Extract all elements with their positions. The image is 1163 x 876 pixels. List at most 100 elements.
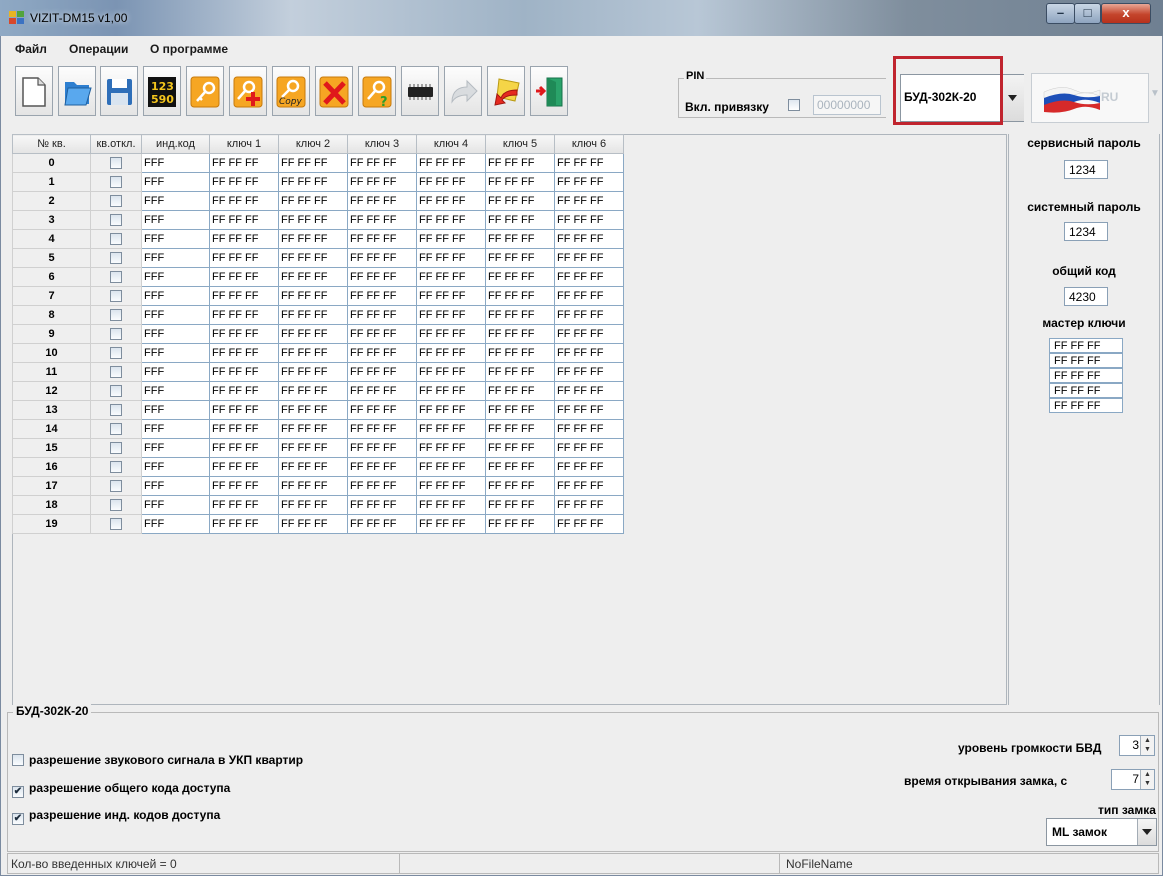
key-cell[interactable]: FF FF FF <box>347 419 417 439</box>
menu-operations[interactable]: Операции <box>69 42 128 56</box>
key-cell[interactable]: FF FF FF <box>485 286 555 306</box>
individual-code-cell[interactable]: FFF <box>141 172 210 192</box>
key-cell[interactable]: FF FF FF <box>416 400 486 420</box>
column-header[interactable]: № кв. <box>12 134 91 154</box>
key-cell[interactable]: FF FF FF <box>485 210 555 230</box>
key-cell[interactable]: FF FF FF <box>554 514 624 534</box>
individual-code-cell[interactable]: FFF <box>141 229 210 249</box>
key-cell[interactable]: FF FF FF <box>554 229 624 249</box>
key-cell[interactable]: FF FF FF <box>416 343 486 363</box>
key-cell[interactable]: FF FF FF <box>416 495 486 515</box>
lock-type-select[interactable]: ML замок <box>1046 818 1157 846</box>
key-cell[interactable]: FF FF FF <box>278 286 348 306</box>
key-cell[interactable]: FF FF FF <box>347 457 417 477</box>
language-dropdown-icon[interactable]: ▼ <box>1150 88 1160 99</box>
common-code-input[interactable]: 4230 <box>1064 287 1108 306</box>
key-cell[interactable]: FF FF FF <box>416 210 486 230</box>
exit-button[interactable] <box>530 66 568 116</box>
key-cell[interactable]: FF FF FF <box>347 514 417 534</box>
individual-code-cell[interactable]: FFF <box>141 381 210 401</box>
individual-code-cell[interactable]: FFF <box>141 153 210 173</box>
individual-code-cell[interactable]: FFF <box>141 495 210 515</box>
apartment-disabled-checkbox[interactable] <box>110 518 122 531</box>
key-cell[interactable]: FF FF FF <box>209 191 279 211</box>
key-cell[interactable]: FF FF FF <box>416 362 486 382</box>
individual-code-cell[interactable]: FFF <box>141 324 210 344</box>
apartment-disabled-checkbox[interactable] <box>110 499 122 512</box>
key-cell[interactable]: FF FF FF <box>278 305 348 325</box>
column-header[interactable]: ключ 3 <box>347 134 417 154</box>
maximize-button[interactable]: □ <box>1074 3 1101 24</box>
key-cell[interactable]: FF FF FF <box>347 229 417 249</box>
individual-code-cell[interactable]: FFF <box>141 457 210 477</box>
key-cell[interactable]: FF FF FF <box>554 457 624 477</box>
key-cell[interactable]: FF FF FF <box>554 343 624 363</box>
key-cell[interactable]: FF FF FF <box>278 495 348 515</box>
key-cell[interactable]: FF FF FF <box>278 362 348 382</box>
key-cell[interactable]: FF FF FF <box>554 476 624 496</box>
close-button[interactable]: x <box>1101 3 1151 24</box>
master-key-2[interactable]: FF FF FF <box>1049 353 1123 368</box>
key-cell[interactable]: FF FF FF <box>278 324 348 344</box>
key-cell[interactable]: FF FF FF <box>416 248 486 268</box>
lock-time-spinner[interactable]: 7 ▲ ▼ <box>1111 769 1155 790</box>
key-cell[interactable]: FF FF FF <box>209 305 279 325</box>
key-cell[interactable]: FF FF FF <box>209 229 279 249</box>
key-cell[interactable]: FF FF FF <box>347 267 417 287</box>
key-cell[interactable]: FF FF FF <box>554 191 624 211</box>
column-header[interactable]: кв.откл. <box>90 134 142 154</box>
device-model-dropdown-button[interactable] <box>1000 75 1024 121</box>
copy-key-button[interactable]: Copy <box>272 66 310 116</box>
key-cell[interactable]: FF FF FF <box>347 172 417 192</box>
individual-code-cell[interactable]: FFF <box>141 286 210 306</box>
key-cell[interactable]: FF FF FF <box>347 400 417 420</box>
apartment-disabled-checkbox[interactable] <box>110 195 122 208</box>
key-cell[interactable]: FF FF FF <box>554 495 624 515</box>
key-cell[interactable]: FF FF FF <box>416 457 486 477</box>
key-cell[interactable]: FF FF FF <box>485 381 555 401</box>
individual-code-cell[interactable]: FFF <box>141 438 210 458</box>
key-cell[interactable]: FF FF FF <box>554 172 624 192</box>
key-cell[interactable]: FF FF FF <box>347 305 417 325</box>
apartment-disabled-checkbox[interactable] <box>110 404 122 417</box>
system-password-input[interactable]: 1234 <box>1064 222 1108 241</box>
individual-code-cell[interactable]: FFF <box>141 514 210 534</box>
delete-key-button[interactable] <box>315 66 353 116</box>
lock-time-spinner-buttons[interactable]: ▲ ▼ <box>1140 770 1154 789</box>
key-cell[interactable]: FF FF FF <box>485 305 555 325</box>
key-cell[interactable]: FF FF FF <box>347 191 417 211</box>
master-key-1[interactable]: FF FF FF <box>1049 338 1123 353</box>
individual-code-cell[interactable]: FFF <box>141 476 210 496</box>
key-cell[interactable]: FF FF FF <box>485 514 555 534</box>
key-cell[interactable]: FF FF FF <box>416 267 486 287</box>
menu-file[interactable]: Файл <box>15 42 47 56</box>
key-cell[interactable]: FF FF FF <box>278 172 348 192</box>
volume-spinner[interactable]: 3 ▲ ▼ <box>1119 735 1155 756</box>
individual-codes-checkbox[interactable] <box>12 813 24 825</box>
key-cell[interactable]: FF FF FF <box>209 343 279 363</box>
key-cell[interactable]: FF FF FF <box>209 267 279 287</box>
key-cell[interactable]: FF FF FF <box>554 381 624 401</box>
key-cell[interactable]: FF FF FF <box>209 495 279 515</box>
apartment-disabled-checkbox[interactable] <box>110 271 122 284</box>
individual-codes-option[interactable]: разрешение инд. кодов доступа <box>12 808 220 825</box>
column-header[interactable]: ключ 2 <box>278 134 348 154</box>
key-cell[interactable]: FF FF FF <box>278 153 348 173</box>
key-cell[interactable]: FF FF FF <box>485 153 555 173</box>
key-cell[interactable]: FF FF FF <box>278 248 348 268</box>
key-cell[interactable]: FF FF FF <box>485 343 555 363</box>
key-cell[interactable]: FF FF FF <box>209 324 279 344</box>
key-cell[interactable]: FF FF FF <box>278 400 348 420</box>
apartment-disabled-checkbox[interactable] <box>110 423 122 436</box>
key-cell[interactable]: FF FF FF <box>209 514 279 534</box>
master-key-4[interactable]: FF FF FF <box>1049 383 1123 398</box>
master-key-3[interactable]: FF FF FF <box>1049 368 1123 383</box>
individual-code-cell[interactable]: FFF <box>141 305 210 325</box>
key-cell[interactable]: FF FF FF <box>554 305 624 325</box>
key-cell[interactable]: FF FF FF <box>278 419 348 439</box>
key-cell[interactable]: FF FF FF <box>485 400 555 420</box>
apartment-disabled-checkbox[interactable] <box>110 385 122 398</box>
individual-code-cell[interactable]: FFF <box>141 267 210 287</box>
key-cell[interactable]: FF FF FF <box>554 267 624 287</box>
common-code-option[interactable]: разрешение общего кода доступа <box>12 781 230 798</box>
